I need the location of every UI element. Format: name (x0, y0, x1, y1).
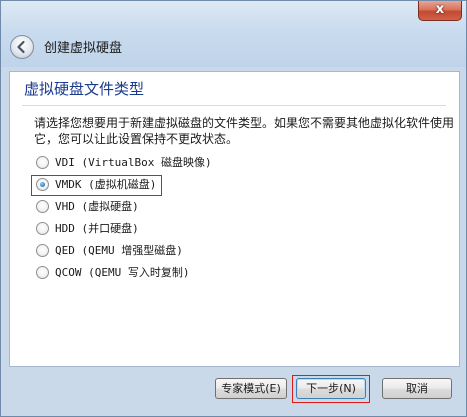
heading-divider (22, 105, 446, 106)
title-bar: x 创建虚拟硬盘 (1, 1, 466, 67)
radio-hdd[interactable] (36, 221, 49, 235)
option-vhd[interactable]: VHD (虚拟硬盘) (36, 198, 139, 216)
radio-vdi[interactable] (36, 155, 49, 169)
vmdk-highlight-box (31, 175, 162, 196)
radio-qcow[interactable] (36, 265, 49, 279)
expert-mode-button[interactable]: 专家模式(E) (215, 378, 287, 399)
option-vdi-label: VDI (VirtualBox 磁盘映像) (55, 156, 212, 169)
create-virtual-disk-window: x 创建虚拟硬盘 虚拟硬盘文件类型 请选择您想要用于新建虚拟磁盘的文件类型。如果… (0, 0, 467, 417)
cancel-button[interactable]: 取消 (382, 378, 452, 399)
back-arrow-icon (17, 40, 25, 54)
option-hdd-label: HDD (并口硬盘) (55, 222, 139, 235)
close-icon: x (435, 2, 445, 17)
radio-vhd[interactable] (36, 199, 49, 213)
radio-qed[interactable] (36, 243, 49, 257)
option-qed-label: QED (QEMU 增强型磁盘) (55, 244, 183, 257)
option-hdd[interactable]: HDD (并口硬盘) (36, 220, 139, 238)
option-vhd-label: VHD (虚拟硬盘) (55, 200, 139, 213)
option-qed[interactable]: QED (QEMU 增强型磁盘) (36, 242, 183, 260)
page-description: 请选择您想要用于新建虚拟磁盘的文件类型。如果您不需要其他虚拟化软件使用它，您可以… (34, 116, 455, 146)
option-qcow[interactable]: QCOW (QEMU 写入时复制) (36, 264, 189, 282)
option-qcow-label: QCOW (QEMU 写入时复制) (55, 266, 190, 279)
option-vdi[interactable]: VDI (VirtualBox 磁盘映像) (36, 154, 212, 172)
back-button[interactable] (10, 35, 34, 59)
content-panel: 虚拟硬盘文件类型 请选择您想要用于新建虚拟磁盘的文件类型。如果您不需要其他虚拟化… (9, 71, 460, 367)
next-highlight-box (292, 375, 370, 403)
page-heading: 虚拟硬盘文件类型 (24, 80, 145, 98)
wizard-title: 创建虚拟硬盘 (44, 41, 123, 56)
close-button[interactable]: x (418, 1, 462, 21)
